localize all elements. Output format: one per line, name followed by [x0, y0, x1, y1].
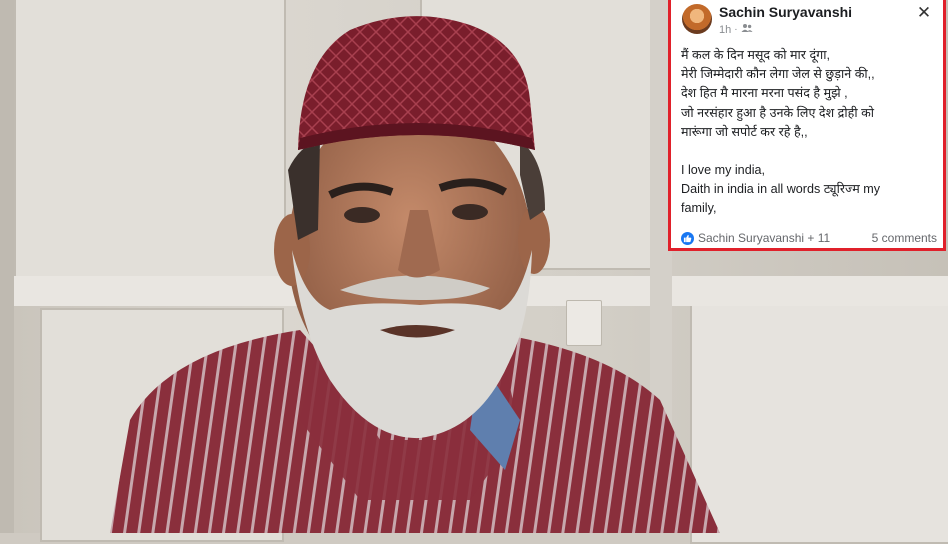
- reactions-text: Sachin Suryavanshi + 11: [698, 231, 831, 245]
- facebook-post-card: Sachin Suryavanshi 1h · ✕ मैं कल के दिन …: [668, 0, 946, 251]
- post-text: मैं कल के दिन मसूद को मार दूंगा, मेरी जि…: [681, 46, 935, 219]
- dot-separator: ·: [734, 24, 738, 35]
- post-footer: Sachin Suryavanshi + 11 5 comments: [681, 229, 937, 247]
- post-line: मेरी जिम्मेदारी कौन लेगा जेल से छुड़ाने …: [681, 67, 875, 82]
- post-line: मारूंगा जो सपोर्ट कर रहे है,,: [681, 124, 808, 139]
- close-icon[interactable]: ✕: [913, 2, 935, 24]
- post-line: मैं कल के दिन मसूद को मार दूंगा,: [681, 48, 830, 62]
- friends-audience-icon: [741, 23, 753, 36]
- post-line: family,: [681, 201, 717, 216]
- post-line: I love my india,: [681, 163, 765, 178]
- avatar[interactable]: [682, 4, 712, 34]
- author-name[interactable]: Sachin Suryavanshi: [719, 4, 852, 20]
- post-time[interactable]: 1h: [719, 24, 731, 36]
- comments-link[interactable]: 5 comments: [872, 231, 937, 245]
- post-line: देश हित मै मारना मरना पसंद है मुझे ,: [681, 86, 848, 101]
- post-header: Sachin Suryavanshi 1h · ✕: [671, 0, 943, 40]
- post-line: जो नरसंहार हुआ है उनके लिए देश द्रोही को: [681, 105, 875, 120]
- like-icon: [681, 231, 694, 245]
- post-line-blank: [681, 142, 935, 161]
- post-line: Daith in india in all words ट्यूरिज्म my: [681, 182, 881, 197]
- post-meta: 1h ·: [719, 23, 753, 36]
- reactions-summary[interactable]: Sachin Suryavanshi + 11: [681, 231, 830, 245]
